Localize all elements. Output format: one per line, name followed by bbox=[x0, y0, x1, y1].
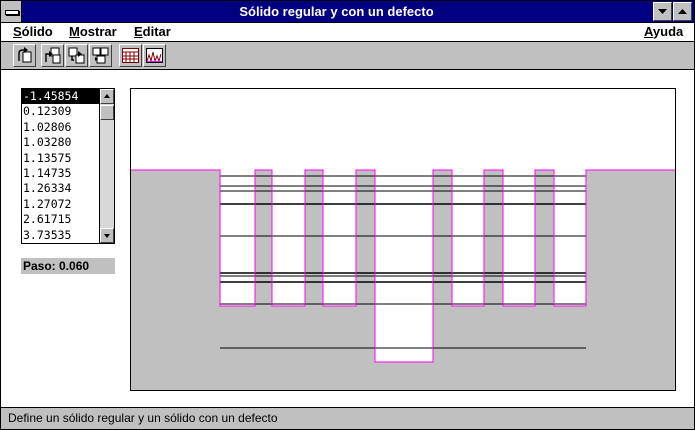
menu-editar-label: ditar bbox=[142, 24, 171, 39]
well bbox=[452, 170, 484, 306]
menu-solido-accel: S bbox=[13, 24, 22, 39]
solid-plot bbox=[131, 169, 675, 390]
toolbar-copy-left-button[interactable] bbox=[41, 44, 64, 67]
list-item[interactable]: 0.12309 bbox=[22, 104, 99, 119]
menu-editar-accel: E bbox=[134, 24, 143, 39]
copy-both-icon bbox=[92, 47, 109, 64]
list-item[interactable]: -1.45854 bbox=[22, 89, 99, 105]
scroll-down-button[interactable] bbox=[100, 228, 114, 243]
status-bar: Define un sólido regular y un sólido con… bbox=[1, 407, 694, 429]
title-bar[interactable]: Sólido regular y con un defecto bbox=[1, 1, 694, 23]
arrow-down-icon bbox=[104, 234, 110, 238]
list-item[interactable]: 1.03280 bbox=[22, 135, 99, 150]
table-icon bbox=[122, 48, 139, 63]
arrow-up-icon bbox=[104, 94, 110, 98]
rotate-icon bbox=[18, 47, 32, 63]
menu-mostrar[interactable]: Mostrar bbox=[69, 24, 117, 40]
menu-mostrar-label: ostrar bbox=[79, 24, 117, 39]
well bbox=[220, 170, 255, 306]
menu-solido[interactable]: Sólido bbox=[13, 24, 53, 40]
toolbar-plot-button[interactable] bbox=[143, 44, 166, 67]
main-window: Sólido regular y con un defecto Sólido M… bbox=[0, 0, 695, 430]
copy-left-icon bbox=[45, 47, 61, 64]
well bbox=[503, 170, 535, 306]
list-item[interactable]: 2.61715 bbox=[22, 212, 99, 227]
list-item[interactable]: 3.73535 bbox=[22, 228, 99, 243]
list-scrollbar[interactable] bbox=[99, 89, 114, 243]
client-area: -1.45854 0.12309 1.02806 1.03280 1.13575… bbox=[1, 70, 694, 407]
well bbox=[272, 170, 305, 306]
scroll-thumb[interactable] bbox=[100, 105, 114, 120]
toolbar bbox=[1, 42, 694, 70]
well bbox=[554, 170, 586, 306]
minimize-button[interactable] bbox=[653, 2, 672, 21]
menu-ayuda-accel: A bbox=[644, 24, 653, 39]
toolbar-copy-right-button[interactable] bbox=[65, 44, 88, 67]
well bbox=[375, 170, 433, 362]
system-menu-button[interactable] bbox=[1, 1, 22, 22]
menu-ayuda-label: yuda bbox=[652, 24, 684, 39]
plot-icon bbox=[146, 48, 163, 63]
solid-plot-panel bbox=[130, 88, 676, 391]
solid-fill bbox=[131, 170, 675, 390]
toolbar-copy-both-button[interactable] bbox=[89, 44, 112, 67]
list-item[interactable]: 1.26334 bbox=[22, 181, 99, 196]
menu-ayuda[interactable]: Ayuda bbox=[644, 24, 683, 40]
status-text: Define un sólido regular y un sólido con… bbox=[8, 411, 278, 425]
step-label: Paso: 0.060 bbox=[21, 258, 115, 274]
menu-solido-label: ólido bbox=[21, 24, 53, 39]
list-item[interactable]: 1.02806 bbox=[22, 120, 99, 135]
values-listbox[interactable]: -1.45854 0.12309 1.02806 1.03280 1.13575… bbox=[21, 88, 115, 244]
window-title: Sólido regular y con un defecto bbox=[239, 4, 434, 19]
values-list: -1.45854 0.12309 1.02806 1.03280 1.13575… bbox=[22, 89, 99, 243]
menu-mostrar-accel: M bbox=[69, 24, 80, 39]
system-menu-icon bbox=[5, 10, 19, 15]
list-item[interactable]: 1.14735 bbox=[22, 166, 99, 181]
well bbox=[323, 170, 356, 306]
copy-right-icon bbox=[68, 47, 85, 64]
list-item[interactable]: 1.27072 bbox=[22, 197, 99, 212]
list-item[interactable]: 1.13575 bbox=[22, 151, 99, 166]
toolbar-rotate-button[interactable] bbox=[13, 44, 36, 67]
maximize-icon bbox=[678, 9, 687, 14]
menu-editar[interactable]: Editar bbox=[134, 24, 171, 40]
minimize-icon bbox=[658, 9, 667, 14]
menu-bar: Sólido Mostrar Editar Ayuda bbox=[1, 23, 694, 42]
maximize-button[interactable] bbox=[673, 2, 692, 21]
toolbar-table-button[interactable] bbox=[119, 44, 142, 67]
scroll-up-button[interactable] bbox=[100, 89, 114, 104]
